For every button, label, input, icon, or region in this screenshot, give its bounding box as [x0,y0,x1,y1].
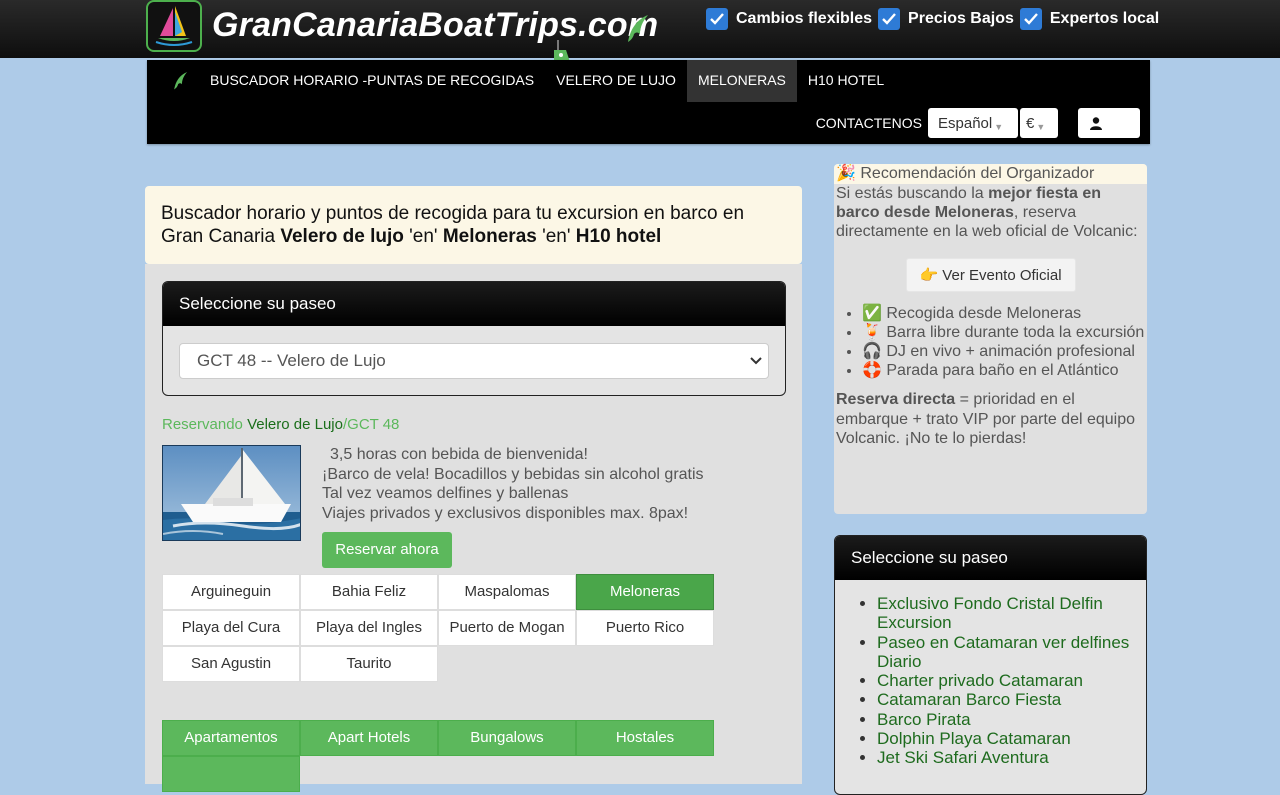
main-nav: BUSCADOR HORARIO -PUNTAS DE RECOGIDAS VE… [147,60,1150,144]
trip-link[interactable]: Dolphin Playa Catamaran [877,729,1146,748]
feature-item: ¡Barco de vela! Bocadillos y bebidas sin… [322,465,704,483]
caret-down-icon: ▼ [1036,122,1046,132]
location-arguineguin[interactable]: Arguineguin [162,574,300,610]
list-item: 🛟 Parada para baño en el Atlántico [862,361,1145,380]
trip-links-list: Exclusivo Fondo Cristal Delfin Excursion… [835,594,1146,768]
language-value: Español [938,114,993,132]
trip-select-dropdown[interactable]: GCT 48 -- Velero de Lujo [179,343,769,379]
feature-item: Viajes privados y exclusivos disponibles… [322,504,689,522]
recommendation-intro: Si estás buscando la mejor fiesta en bar… [836,184,1145,242]
location-meloneras[interactable]: Meloneras [576,574,714,610]
dolphin-icon [628,15,648,42]
perk-low-prices: Precios Bajos [878,8,1014,30]
trip-link[interactable]: Barco Pirata [877,710,1146,729]
top-bar: GranCanariaBoatTrips.com Cambios flexibl… [0,0,1280,74]
perk-local-experts: Expertos local [1019,8,1160,30]
reservation-prefix: Reservando [162,416,243,433]
trip-select-value: GCT 48 -- Velero de Lujo [197,351,386,370]
accommodation-bungalows[interactable]: Bungalows [438,720,576,756]
recommendation-footer: Reserva directa = prioridad en el embarq… [836,390,1145,448]
language-select[interactable]: Español ▼ [928,108,1018,138]
headline-trip: Velero de lujo [280,226,404,247]
location-puerto-de-mogan[interactable]: Puerto de Mogan [438,610,576,646]
headline-location: Meloneras [442,226,537,247]
nav-contact-link[interactable]: CONTACTENOS [816,115,922,131]
trip-link[interactable]: Jet Ski Safari Aventura [877,748,1146,767]
trip-link[interactable]: Exclusivo Fondo Cristal Delfin Excursion [877,594,1146,633]
accommodation-apart-hotels[interactable]: Apart Hotels [300,720,438,756]
logo-sailboat-icon[interactable] [146,0,202,52]
trip-link[interactable]: Charter privado Catamaran [877,671,1146,690]
trip-link[interactable]: Paseo en Catamaran ver delfines Diario [877,633,1146,672]
perk-label: Precios Bajos [908,10,1014,27]
caret-down-icon: ▼ [994,122,1004,132]
feature-item: Tal vez veamos delfines y ballenas [322,485,569,502]
headline-en: 'en' [409,226,438,247]
organizer-recommendation: 🎉 Recomendación del Organizador Si estás… [834,164,1147,514]
checkbox-checked-icon [878,8,901,30]
home-dolphin-icon[interactable] [161,70,199,92]
card-title: Seleccione su paseo [835,536,1146,580]
accommodation-grid: Apartamentos Apart Hotels Bungalows Host… [162,720,714,792]
book-now-button[interactable]: Reservar ahora [322,532,452,568]
feature-item: 3,5 horas con bebida de bienvenida! [330,446,588,463]
user-account-button[interactable] [1078,108,1140,138]
currency-select[interactable]: € ▼ [1020,108,1058,138]
list-item: 🎧 DJ en vivo + animación profesional [862,342,1145,361]
recommendation-title: 🎉 Recomendación del Organizador [834,164,1147,184]
trip-features-list: 3,5 horas con bebida de bienvenida! ¡Bar… [322,445,704,523]
location-san-agustin[interactable]: San Agustin [162,646,300,682]
headline-hotel: H10 hotel [575,226,662,247]
accommodation-apartments[interactable]: Apartamentos [162,720,300,756]
reservation-trip-link[interactable]: Velero de Lujo [247,416,343,433]
accommodation-hostels[interactable]: Hostales [576,720,714,756]
user-icon [1090,116,1102,130]
location-playa-del-cura[interactable]: Playa del Cura [162,610,300,646]
reservation-code: /GCT 48 [342,416,400,433]
currency-value: € [1026,114,1035,132]
sailboat-photo[interactable] [162,445,301,541]
reservation-breadcrumb: Reservando Velero de Lujo/GCT 48 [162,416,399,433]
location-bahia-feliz[interactable]: Bahia Feliz [300,574,438,610]
perk-label: Cambios flexibles [736,10,873,27]
perks-list: Cambios flexibles Precios Bajos Expertos… [706,8,1161,30]
trip-links-card: Seleccione su paseo Exclusivo Fondo Cris… [834,535,1147,795]
accommodation-more[interactable] [162,756,300,792]
card-title: Seleccione su paseo [163,282,785,326]
location-puerto-rico[interactable]: Puerto Rico [576,610,714,646]
location-maspalomas[interactable]: Maspalomas [438,574,576,610]
perk-label: Expertos local [1049,10,1160,27]
footer-bold: Reserva directa [836,391,956,409]
perk-flexible-changes: Cambios flexibles [706,8,872,30]
nav-item-schedule-search[interactable]: BUSCADOR HORARIO -PUNTAS DE RECOGIDAS [199,60,545,102]
chevron-down-icon [750,357,762,365]
location-playa-del-ingles[interactable]: Playa del Ingles [300,610,438,646]
list-item: 🍹 Barra libre durante toda la excursión [862,323,1145,342]
location-taurito[interactable]: Taurito [300,646,438,682]
nav-item-h10-hotel[interactable]: H10 HOTEL [797,60,895,102]
nav-item-meloneras[interactable]: MELONERAS [686,60,797,102]
page-headline: Buscador horario y puntos de recogida pa… [145,186,802,264]
location-grid: Arguineguin Bahia Feliz Maspalomas Melon… [162,574,714,682]
headline-en: 'en' [542,226,571,247]
trip-link[interactable]: Catamaran Barco Fiesta [877,690,1146,709]
logo-text[interactable]: GranCanariaBoatTrips.com [212,6,658,45]
recommendation-bullets: ✅ Recogida desde Meloneras 🍹 Barra libre… [836,304,1145,381]
nav-item-luxury-sailboat[interactable]: VELERO DE LUJO [545,60,687,102]
official-event-button[interactable]: 👉 Ver Evento Oficial [905,257,1076,292]
trip-select-card: Seleccione su paseo GCT 48 -- Velero de … [162,281,786,396]
checkbox-checked-icon [1019,8,1042,30]
checkbox-checked-icon [706,8,728,30]
list-item: ✅ Recogida desde Meloneras [862,304,1145,323]
intro-pre: Si estás buscando la [836,185,989,202]
